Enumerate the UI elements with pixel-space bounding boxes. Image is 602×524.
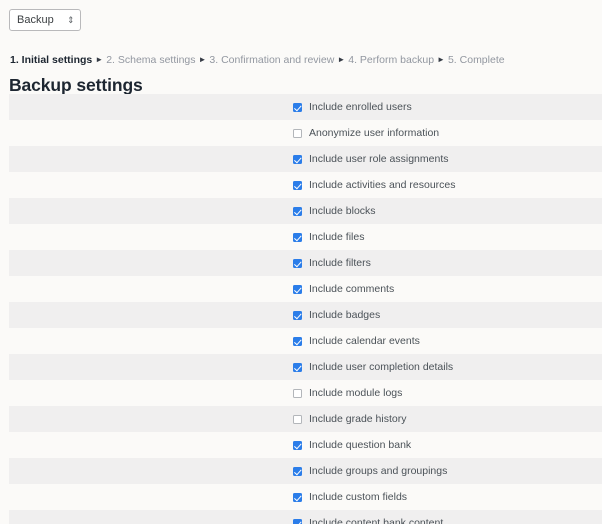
setting-control[interactable]: Anonymize user information <box>293 120 439 146</box>
setting-control[interactable]: Include files <box>293 224 364 250</box>
setting-row: Include blocks <box>0 198 602 224</box>
checkbox-checked-icon[interactable] <box>293 180 302 190</box>
setting-control[interactable]: Include filters <box>293 250 371 276</box>
checkbox-checked-icon[interactable] <box>293 336 302 346</box>
setting-label[interactable]: Include enrolled users <box>309 102 412 113</box>
backup-progress-nav: 1. Initial settings ► 2. Schema settings ► 3… <box>10 54 505 67</box>
setting-control[interactable]: Include content bank content <box>293 510 443 524</box>
checkbox-checked-icon[interactable] <box>293 154 302 164</box>
setting-control[interactable]: Include user role assignments <box>293 146 449 172</box>
setting-control[interactable]: Include enrolled users <box>293 94 412 120</box>
setting-label[interactable]: Include files <box>309 232 364 243</box>
setting-label[interactable]: Include module logs <box>309 388 402 399</box>
checkbox-checked-icon[interactable] <box>293 440 302 450</box>
setting-control[interactable]: Include blocks <box>293 198 376 224</box>
setting-row: Include activities and resources <box>0 172 602 198</box>
setting-label[interactable]: Include comments <box>309 284 394 295</box>
page-title: Backup settings <box>9 75 143 95</box>
setting-row: Include custom fields <box>0 484 602 510</box>
backup-settings-page: Backup ⇕ 1. Initial settings ► 2. Schema s… <box>0 0 602 524</box>
setting-label[interactable]: Include calendar events <box>309 336 420 347</box>
setting-row: Include question bank <box>0 432 602 458</box>
setting-label[interactable]: Include filters <box>309 258 371 269</box>
checkbox-unchecked-icon[interactable] <box>293 128 302 138</box>
setting-label[interactable]: Include groups and groupings <box>309 466 447 477</box>
setting-row: Include user completion details <box>0 354 602 380</box>
checkbox-checked-icon[interactable] <box>293 232 302 242</box>
setting-label[interactable]: Include custom fields <box>309 492 407 503</box>
setting-control[interactable]: Include module logs <box>293 380 402 406</box>
setting-row: Include files <box>0 224 602 250</box>
breadcrumb-separator-icon: ► <box>437 55 445 64</box>
setting-control[interactable]: Include question bank <box>293 432 411 458</box>
setting-row: Include groups and groupings <box>0 458 602 484</box>
setting-row: Include user role assignments <box>0 146 602 172</box>
breadcrumb-separator-icon: ► <box>337 55 346 64</box>
setting-label[interactable]: Include blocks <box>309 206 376 217</box>
checkbox-unchecked-icon[interactable] <box>293 414 302 424</box>
setting-control[interactable]: Include activities and resources <box>293 172 456 198</box>
checkbox-checked-icon[interactable] <box>293 466 302 476</box>
checkbox-checked-icon[interactable] <box>293 492 302 502</box>
setting-label[interactable]: Include grade history <box>309 414 406 425</box>
setting-label[interactable]: Include badges <box>309 310 380 321</box>
checkbox-unchecked-icon[interactable] <box>293 388 302 398</box>
progress-step-3[interactable]: 3. Confirmation and review <box>209 54 334 66</box>
setting-row: Include grade history <box>0 406 602 432</box>
checkbox-checked-icon[interactable] <box>293 284 302 294</box>
setting-row: Include comments <box>0 276 602 302</box>
progress-step-4[interactable]: 4. Perform backup <box>348 54 434 66</box>
checkbox-checked-icon[interactable] <box>293 310 302 320</box>
setting-label[interactable]: Include question bank <box>309 440 411 451</box>
setting-label[interactable]: Include user role assignments <box>309 154 449 165</box>
setting-row: Anonymize user information <box>0 120 602 146</box>
checkbox-checked-icon[interactable] <box>293 518 302 524</box>
setting-row: Include enrolled users <box>0 94 602 120</box>
breadcrumb-separator-icon: ► <box>95 55 104 64</box>
checkbox-checked-icon[interactable] <box>293 362 302 372</box>
setting-row: Include calendar events <box>0 328 602 354</box>
setting-control[interactable]: Include user completion details <box>293 354 453 380</box>
backup-settings-list: Include enrolled users Anonymize user inf… <box>0 94 602 524</box>
setting-label[interactable]: Include activities and resources <box>309 180 456 191</box>
checkbox-checked-icon[interactable] <box>293 206 302 216</box>
breadcrumb-separator-icon: ► <box>198 55 207 64</box>
setting-control[interactable]: Include groups and groupings <box>293 458 447 484</box>
progress-step-5[interactable]: 5. Complete <box>448 54 505 66</box>
progress-step-1: 1. Initial settings <box>10 54 93 66</box>
progress-step-2[interactable]: 2. Schema settings <box>106 54 195 66</box>
setting-control[interactable]: Include custom fields <box>293 484 407 510</box>
activity-select-wrapper: Backup ⇕ <box>9 9 81 31</box>
activity-select[interactable]: Backup ⇕ <box>9 9 81 31</box>
setting-control[interactable]: Include grade history <box>293 406 406 432</box>
setting-row: Include filters <box>0 250 602 276</box>
updown-arrows-icon: ⇕ <box>67 14 75 25</box>
checkbox-checked-icon[interactable] <box>293 258 302 268</box>
setting-control[interactable]: Include calendar events <box>293 328 420 354</box>
setting-label[interactable]: Anonymize user information <box>309 128 439 139</box>
setting-row: Include content bank content <box>0 510 602 524</box>
checkbox-checked-icon[interactable] <box>293 102 302 112</box>
setting-control[interactable]: Include badges <box>293 302 380 328</box>
setting-label[interactable]: Include user completion details <box>309 362 453 373</box>
activity-select-value: Backup <box>17 13 54 26</box>
setting-control[interactable]: Include comments <box>293 276 394 302</box>
setting-row: Include module logs <box>0 380 602 406</box>
setting-label[interactable]: Include content bank content <box>309 518 443 524</box>
setting-row: Include badges <box>0 302 602 328</box>
